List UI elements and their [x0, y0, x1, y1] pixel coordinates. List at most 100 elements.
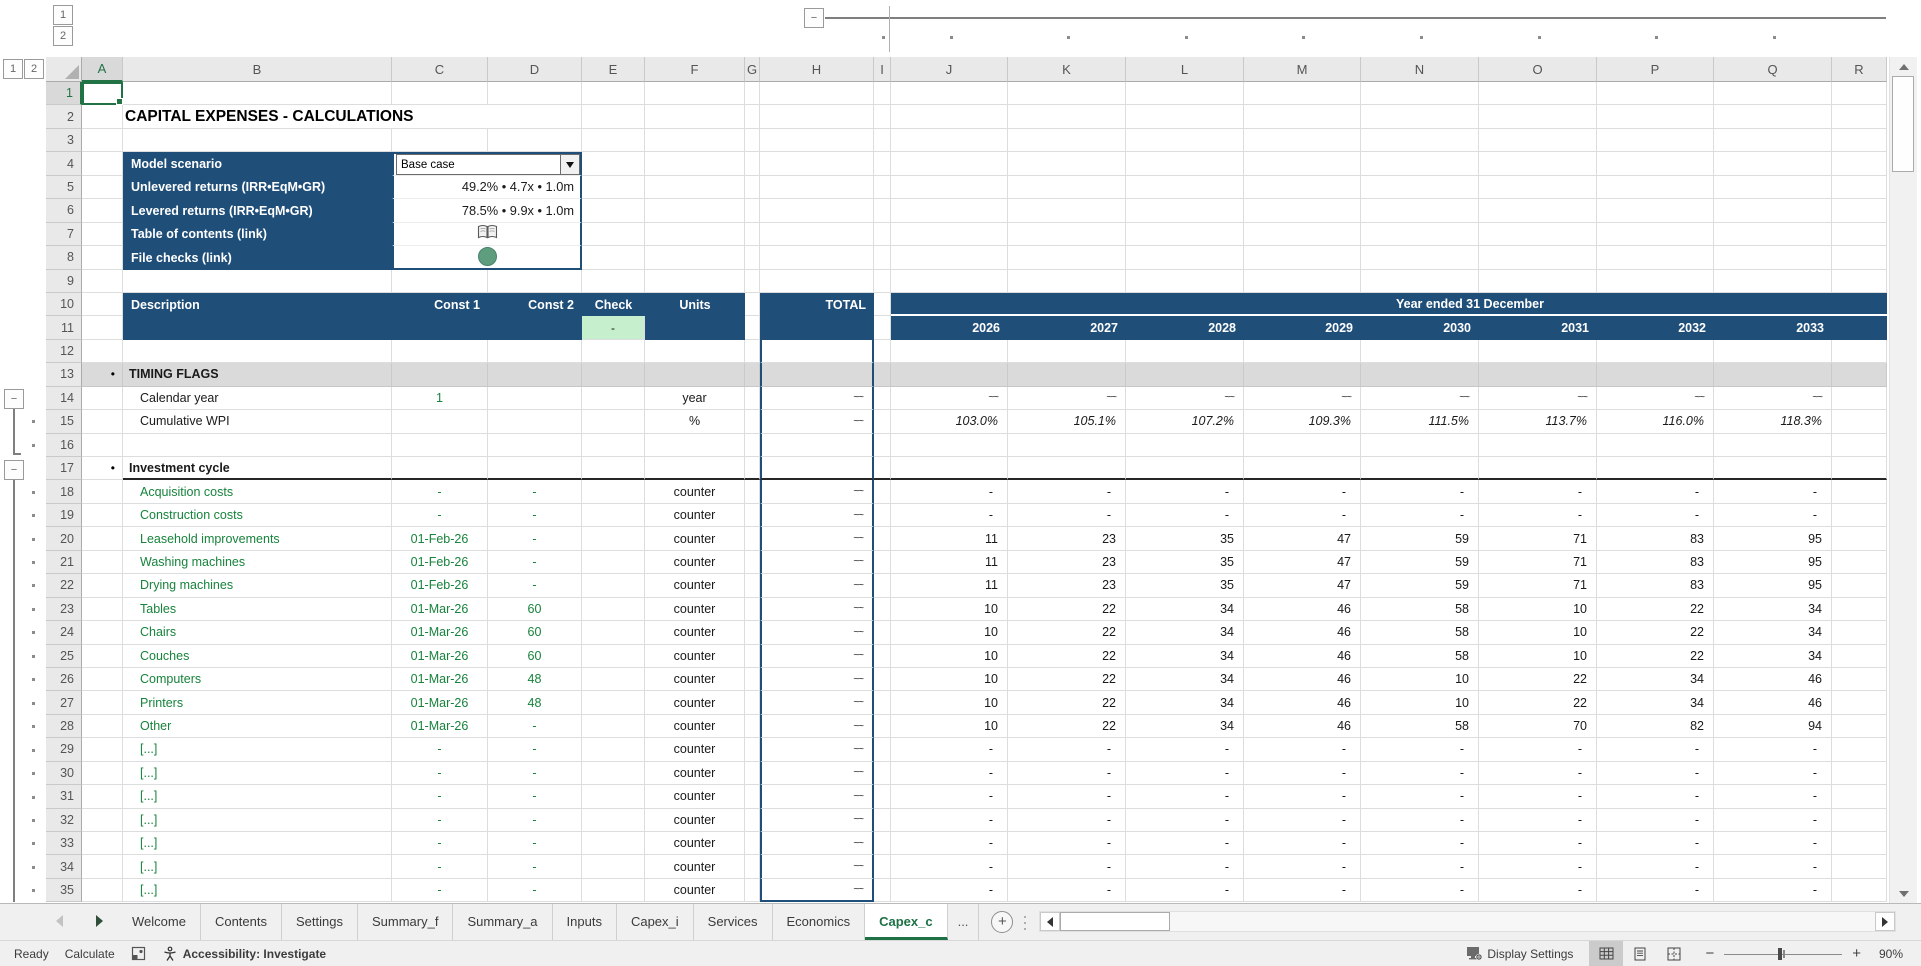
cell-E19[interactable] [582, 503, 645, 528]
cell-N31[interactable]: - [1361, 785, 1479, 809]
cell-O18[interactable]: - [1479, 480, 1597, 504]
column-header-O[interactable]: O [1479, 57, 1597, 82]
cell-F34[interactable]: counter [645, 855, 745, 879]
cell-F30[interactable]: counter [645, 761, 745, 786]
cell-J34[interactable]: - [891, 855, 1008, 879]
cell-D25[interactable]: 60 [488, 644, 582, 668]
cell-I21[interactable] [874, 550, 891, 575]
scroll-right-button[interactable] [1875, 912, 1895, 931]
cell-R7[interactable] [1832, 222, 1887, 247]
tab-overflow[interactable]: ... [948, 904, 980, 940]
cell-E21[interactable] [582, 550, 645, 575]
cell-L2[interactable] [1126, 105, 1244, 129]
cell-L31[interactable]: - [1126, 785, 1244, 809]
cell-A29[interactable] [82, 738, 123, 762]
cell-O24[interactable]: 10 [1479, 621, 1597, 645]
cell-Q25[interactable]: 34 [1714, 644, 1832, 668]
cell-R22[interactable] [1832, 574, 1887, 598]
cell-G25[interactable] [745, 644, 760, 668]
scenario-dropdown-button[interactable] [560, 155, 579, 175]
cell-I4[interactable] [874, 152, 891, 176]
cell-L8[interactable] [1126, 246, 1244, 270]
cell-O25[interactable]: 10 [1479, 644, 1597, 668]
cell-G19[interactable] [745, 503, 760, 528]
cell-F35[interactable]: counter [645, 878, 745, 903]
cell-O27[interactable]: 22 [1479, 691, 1597, 715]
cell-P22[interactable]: 83 [1597, 574, 1714, 598]
cell-G4[interactable] [745, 152, 760, 176]
cell-I17[interactable] [874, 457, 891, 481]
cell-N7[interactable] [1361, 222, 1479, 247]
cell-I29[interactable] [874, 738, 891, 762]
cell-C20[interactable]: 01-Feb-26 [392, 527, 488, 551]
cell-N34[interactable]: - [1361, 855, 1479, 879]
cell-L21[interactable]: 35 [1126, 550, 1244, 575]
cell-D29[interactable]: - [488, 738, 582, 762]
cell-O21[interactable]: 71 [1479, 550, 1597, 575]
cell-R18[interactable] [1832, 480, 1887, 504]
cell-Q18[interactable]: - [1714, 480, 1832, 504]
cell-L4[interactable] [1126, 152, 1244, 176]
cell-E28[interactable] [582, 714, 645, 739]
cell-D22[interactable]: - [488, 574, 582, 598]
cell-L5[interactable] [1126, 175, 1244, 200]
cell-L7[interactable] [1126, 222, 1244, 247]
cell-C19[interactable]: - [392, 503, 488, 528]
cell-F5[interactable] [645, 175, 745, 200]
row-label-15[interactable]: Cumulative WPI [123, 410, 392, 434]
cell-K20[interactable]: 23 [1008, 527, 1126, 551]
cell-I1[interactable] [874, 82, 891, 106]
cell-R13[interactable] [1832, 363, 1887, 387]
cell-D33[interactable]: - [488, 832, 582, 856]
cell-E4[interactable] [582, 152, 645, 176]
cell-M23[interactable]: 46 [1244, 597, 1361, 622]
cell-C18[interactable]: - [392, 480, 488, 504]
row-label-31[interactable]: [...] [123, 785, 392, 809]
cell-D14[interactable] [488, 386, 582, 411]
cell-K26[interactable]: 22 [1008, 667, 1126, 692]
cell-R34[interactable] [1832, 855, 1887, 879]
cell-N35[interactable]: - [1361, 878, 1479, 903]
cell-L16[interactable] [1126, 433, 1244, 457]
cell-Q21[interactable]: 95 [1714, 550, 1832, 575]
cell-K22[interactable]: 23 [1008, 574, 1126, 598]
cell-L17[interactable] [1126, 457, 1244, 481]
cell-M12[interactable] [1244, 339, 1361, 364]
cell-A4[interactable] [82, 152, 123, 176]
cell-N30[interactable]: - [1361, 761, 1479, 786]
cell-Q1[interactable] [1714, 82, 1832, 106]
cell-C29[interactable]: - [392, 738, 488, 762]
cell-C5[interactable]: 49.2% • 4.7x • 1.0m [392, 175, 582, 200]
cell-Q27[interactable]: 46 [1714, 691, 1832, 715]
cell-H20[interactable]: ~~ [760, 527, 874, 551]
cell-N21[interactable]: 59 [1361, 550, 1479, 575]
cell-H30[interactable]: ~~ [760, 761, 874, 786]
cell-K27[interactable]: 22 [1008, 691, 1126, 715]
cell-O12[interactable] [1479, 339, 1597, 364]
cell-K23[interactable]: 22 [1008, 597, 1126, 622]
cell-O1[interactable] [1479, 82, 1597, 106]
horizontal-scrollbar[interactable] [1039, 911, 1896, 932]
cell-L15[interactable]: 107.2% [1126, 410, 1244, 434]
cell-R30[interactable] [1832, 761, 1887, 786]
cell-A30[interactable] [82, 761, 123, 786]
cell-L3[interactable] [1126, 128, 1244, 153]
cell-Q29[interactable]: - [1714, 738, 1832, 762]
zoom-in-button[interactable]: + [1852, 945, 1861, 962]
cell-C22[interactable]: 01-Feb-26 [392, 574, 488, 598]
column-header-B[interactable]: B [123, 57, 392, 82]
cell-G15[interactable] [745, 410, 760, 434]
cell-F14[interactable]: year [645, 386, 745, 411]
cell-K7[interactable] [1008, 222, 1126, 247]
cell-I12[interactable] [874, 339, 891, 364]
row-header-30[interactable]: 30 [46, 761, 82, 786]
cell-J22[interactable]: 11 [891, 574, 1008, 598]
cell-M30[interactable]: - [1244, 761, 1361, 786]
cell-N20[interactable]: 59 [1361, 527, 1479, 551]
cell-E16[interactable] [582, 433, 645, 457]
cell-E2[interactable] [582, 105, 645, 129]
cell-Q16[interactable] [1714, 433, 1832, 457]
cell-J15[interactable]: 103.0% [891, 410, 1008, 434]
row-header-32[interactable]: 32 [46, 808, 82, 832]
column-header-K[interactable]: K [1008, 57, 1126, 82]
